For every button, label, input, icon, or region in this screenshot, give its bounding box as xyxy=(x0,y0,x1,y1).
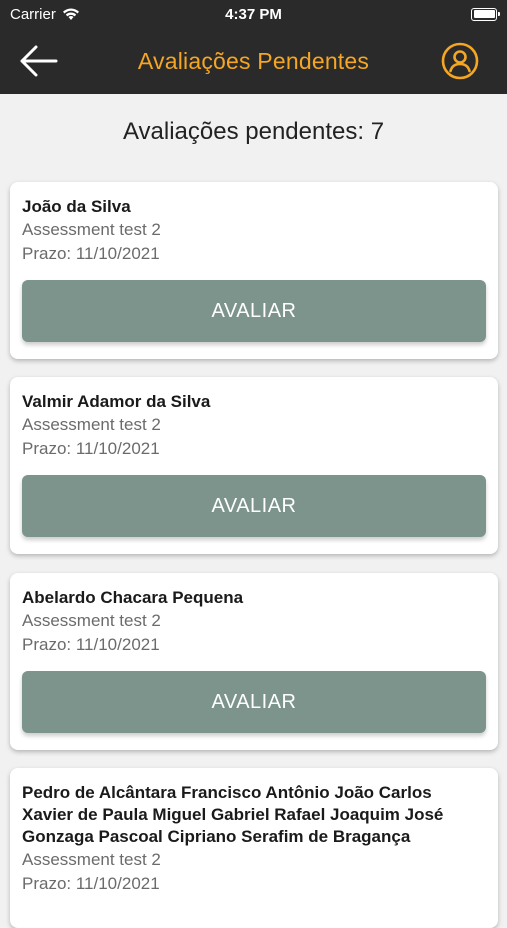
person-name-line: Pedro de Alcântara Francisco Antônio Joã… xyxy=(22,783,432,802)
carrier-label: Carrier xyxy=(10,5,56,23)
wifi-icon xyxy=(62,8,79,20)
evaluation-card: João da Silva Assessment test 2 Prazo: 1… xyxy=(10,182,498,359)
person-name: Valmir Adamor da Silva xyxy=(22,392,211,411)
nav-bar: Avaliações Pendentes xyxy=(0,28,507,94)
evaluate-button[interactable]: AVALIAR xyxy=(22,475,486,537)
deadline: Prazo: 11/10/2021 xyxy=(22,244,160,263)
profile-button[interactable] xyxy=(441,42,479,80)
battery-icon xyxy=(471,7,500,21)
evaluate-button[interactable]: AVALIAR xyxy=(22,280,486,342)
assessment-name: Assessment test 2 xyxy=(22,850,161,869)
deadline: Prazo: 11/10/2021 xyxy=(22,874,160,893)
assessment-name: Assessment test 2 xyxy=(22,611,161,630)
deadline: Prazo: 11/10/2021 xyxy=(22,635,160,654)
person-name: João da Silva xyxy=(22,197,131,216)
evaluate-button[interactable]: AVALIAR xyxy=(22,671,486,733)
user-circle-icon xyxy=(441,42,479,80)
evaluation-card: Pedro de Alcântara Francisco Antônio Joã… xyxy=(10,768,498,928)
page-title: Avaliações Pendentes xyxy=(137,47,370,74)
back-button[interactable] xyxy=(16,41,60,81)
status-bar: Carrier 4:37 PM xyxy=(0,0,507,28)
status-bar-left: Carrier xyxy=(10,6,80,23)
evaluation-card: Valmir Adamor da Silva Assessment test 2… xyxy=(10,377,498,554)
arrow-left-icon xyxy=(20,45,58,77)
assessment-name: Assessment test 2 xyxy=(22,220,161,239)
person-name-line: Gonzaga Pascoal Cipriano Serafim de Brag… xyxy=(22,827,411,846)
deadline: Prazo: 11/10/2021 xyxy=(22,439,160,458)
assessment-name: Assessment test 2 xyxy=(22,415,161,434)
evaluation-card: Abelardo Chacara Pequena Assessment test… xyxy=(10,573,498,750)
pending-count: Avaliações pendentes: 7 xyxy=(122,118,385,145)
person-name-line: Xavier de Paula Miguel Gabriel Rafael Jo… xyxy=(22,805,444,824)
person-name: Abelardo Chacara Pequena xyxy=(22,588,244,607)
